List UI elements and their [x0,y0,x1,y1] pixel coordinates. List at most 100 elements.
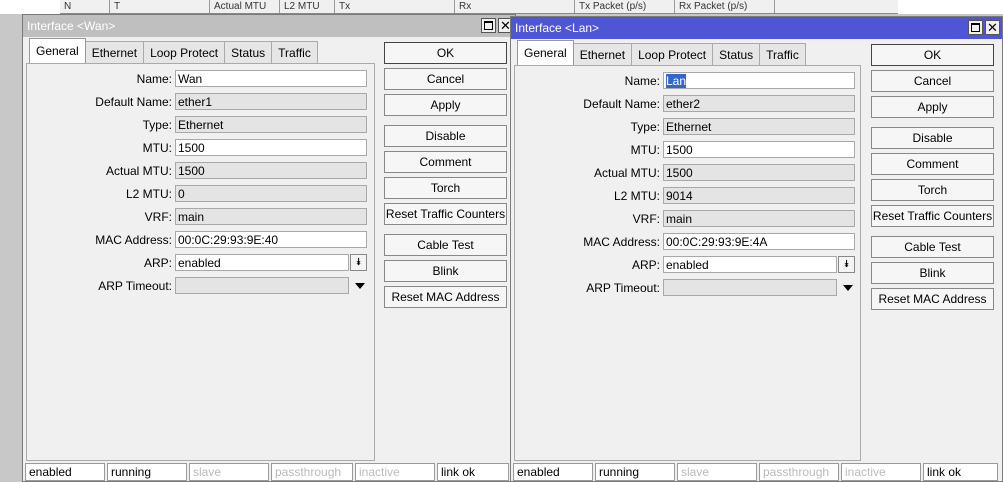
arp-timeout-input[interactable] [663,279,837,296]
mac-input[interactable]: 00:0C:29:93:9E:40 [175,231,367,248]
comment-button[interactable]: Comment [871,153,994,175]
col-header[interactable]: Rx [455,0,575,13]
tab-general[interactable]: General [517,40,574,65]
dropdown-arrow-icon: ⯯ [355,257,362,268]
l2mtu-label: L2 MTU: [125,187,172,201]
tab-ethernet[interactable]: Ethernet [84,41,145,63]
actual-mtu-label: Actual MTU: [105,164,172,178]
default-name-label: Default Name: [95,95,172,109]
status-slave: slave [189,463,269,481]
comment-button[interactable]: Comment [384,151,507,173]
status-link-ok: link ok [437,463,509,481]
arp-select[interactable]: enabled [663,256,837,273]
cable-test-button[interactable]: Cable Test [871,236,994,258]
name-label: Name: [624,74,660,88]
maximize-button[interactable] [968,20,983,35]
vrf-label: VRF: [632,212,660,226]
reset-traffic-counters-button[interactable]: Reset Traffic Counters [384,203,507,225]
mtu-label: MTU: [630,143,660,157]
actual-mtu-label: Actual MTU: [593,166,660,180]
tab-ethernet[interactable]: Ethernet [572,43,633,65]
tab-traffic[interactable]: Traffic [759,43,806,65]
cancel-button[interactable]: Cancel [384,68,507,90]
disable-button[interactable]: Disable [384,125,507,147]
mtu-input[interactable]: 1500 [175,139,367,156]
window-title: Interface <Lan> [515,21,600,35]
arp-timeout-input[interactable] [175,277,349,294]
reset-mac-address-button[interactable]: Reset MAC Address [871,288,994,310]
wan-titlebar[interactable]: Interface <Wan> ✕ [23,15,515,37]
mtu-input[interactable]: 1500 [663,141,855,158]
l2mtu-label: L2 MTU: [613,189,660,203]
col-header[interactable]: Actual MTU [210,0,280,13]
lan-status-bar: enabled running slave passthrough inacti… [513,463,1000,481]
type-field: Ethernet [663,118,855,135]
status-running: running [107,463,187,481]
ok-button[interactable]: OK [384,42,507,64]
status-running: running [595,463,675,481]
col-header[interactable]: Tx Packet (p/s) [575,0,675,13]
apply-button[interactable]: Apply [871,96,994,118]
blink-button[interactable]: Blink [384,260,507,282]
wan-general-panel: Name: Wan Default Name: ether1 Type: Eth… [26,63,375,461]
disable-button[interactable]: Disable [871,127,994,149]
mac-input[interactable]: 00:0C:29:93:9E:4A [663,233,855,250]
tab-general[interactable]: General [29,38,86,63]
lan-tabs: General Ethernet Loop Protect Status Tra… [517,40,806,65]
default-name-field: ether1 [175,93,367,110]
close-icon: ✕ [987,20,998,35]
wan-tabs: General Ethernet Loop Protect Status Tra… [29,38,318,63]
arp-dropdown-button[interactable]: ⯯ [838,256,855,273]
vrf-field: main [175,208,367,225]
col-header[interactable]: T [110,0,210,13]
cable-test-button[interactable]: Cable Test [384,234,507,256]
vrf-field: main [663,210,855,227]
reset-mac-address-button[interactable]: Reset MAC Address [384,286,507,308]
tab-loop-protect[interactable]: Loop Protect [143,41,226,63]
arp-timeout-expand-icon[interactable] [843,285,853,291]
status-enabled: enabled [513,463,593,481]
maximize-icon [484,21,493,30]
blink-button[interactable]: Blink [871,262,994,284]
background-table-header: N T Actual MTU L2 MTU Tx Rx Tx Packet (p… [60,0,898,14]
lan-general-panel: Name: Lan Default Name: ether2 Type: Eth… [514,65,861,461]
type-label: Type: [142,118,172,132]
torch-button[interactable]: Torch [871,179,994,201]
default-name-field: ether2 [663,95,855,112]
arp-timeout-expand-icon[interactable] [355,283,365,289]
arp-label: ARP: [631,258,660,272]
torch-button[interactable]: Torch [384,177,507,199]
mac-label: MAC Address: [95,233,172,247]
name-input[interactable]: Wan [175,70,367,87]
reset-traffic-counters-button[interactable]: Reset Traffic Counters [871,205,994,227]
tab-traffic[interactable]: Traffic [271,41,318,63]
status-passthrough: passthrough [759,463,839,481]
col-header[interactable]: N [60,0,110,13]
col-header[interactable]: L2 MTU [280,0,335,13]
actual-mtu-field: 1500 [175,162,367,179]
name-selected-text: Lan [666,74,687,88]
status-passthrough: passthrough [271,463,353,481]
tab-status[interactable]: Status [712,43,761,65]
status-slave: slave [677,463,757,481]
tab-status[interactable]: Status [224,41,273,63]
name-input[interactable]: Lan [663,72,855,89]
tab-loop-protect[interactable]: Loop Protect [631,43,714,65]
col-header[interactable]: Rx Packet (p/s) [675,0,775,13]
mtu-label: MTU: [142,141,172,155]
maximize-button[interactable] [481,18,496,33]
arp-timeout-label: ARP Timeout: [586,281,660,295]
arp-dropdown-button[interactable]: ⯯ [350,254,367,271]
close-button[interactable]: ✕ [985,20,1000,35]
cancel-button[interactable]: Cancel [871,70,994,92]
dropdown-arrow-icon: ⯯ [843,259,850,270]
apply-button[interactable]: Apply [384,94,507,116]
ok-button[interactable]: OK [871,44,994,66]
name-label: Name: [136,72,172,86]
l2mtu-field: 0 [175,185,367,202]
col-header[interactable]: Tx [335,0,455,13]
lan-titlebar[interactable]: Interface <Lan> ✕ [511,17,1002,39]
arp-select[interactable]: enabled [175,254,349,271]
l2mtu-field: 9014 [663,187,855,204]
maximize-icon [971,23,980,32]
